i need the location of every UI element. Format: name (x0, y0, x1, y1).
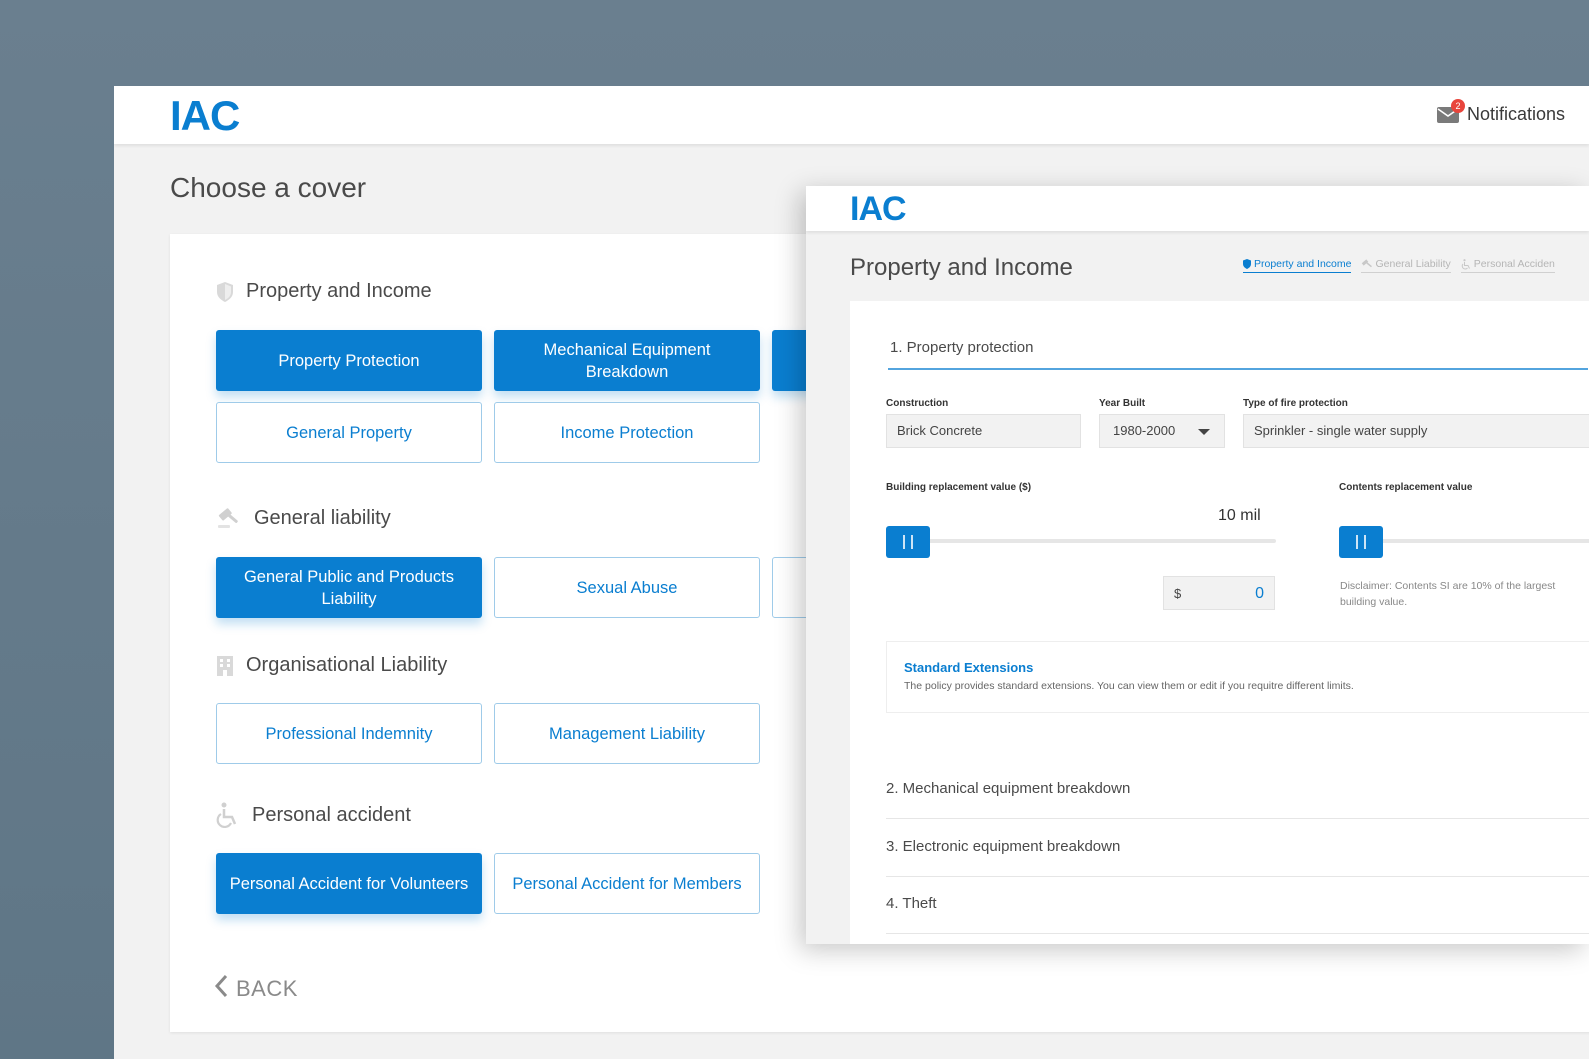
top-bar: IAC (806, 186, 1589, 231)
cover-button-general-public-liability[interactable]: General Public and Products Liability (216, 557, 482, 618)
cover-button-management-liability[interactable]: Management Liability (494, 703, 760, 764)
year-built-value: 1980-2000 (1113, 423, 1176, 438)
iac-logo[interactable]: IAC (850, 190, 907, 229)
section-electronic-equipment[interactable]: 3. Electronic equipment breakdown (886, 837, 1589, 877)
contents-value-label: Contents replacement value (1339, 482, 1473, 493)
section-title: Property and Income (850, 254, 1073, 281)
building-value-label: Building replacement value ($) (886, 482, 1032, 493)
cover-button-mechanical-equipment[interactable]: Mechanical Equipment Breakdown (494, 330, 760, 391)
cover-button-property-protection[interactable]: Property Protection (216, 330, 482, 391)
iac-logo[interactable]: IAC (170, 92, 240, 140)
year-built-label: Year Built (1099, 398, 1146, 409)
gavel-icon (216, 506, 242, 530)
fire-protection-label: Type of fire protection (1243, 398, 1348, 409)
wheelchair-icon (216, 802, 240, 828)
notifications-label: Notifications (1466, 104, 1565, 124)
top-bar: IAC 2 Notifications (114, 86, 1589, 144)
cover-button-income-protection[interactable]: Income Protection (494, 402, 760, 463)
section-theft[interactable]: 4. Theft (886, 894, 1589, 934)
caret-down-icon (1198, 429, 1210, 435)
amount-value: 0 (1255, 585, 1264, 602)
construction-field[interactable]: Brick Concrete (886, 414, 1081, 448)
chevron-left-icon (214, 974, 228, 1004)
category-title: Organisational Liability (246, 654, 448, 676)
section-underline (888, 368, 1588, 370)
wheelchair-icon (1461, 258, 1470, 269)
gavel-icon (1362, 259, 1373, 268)
category-property-header: Property and Income (216, 280, 432, 303)
fire-protection-field[interactable]: Sprinkler - single water supply (1243, 414, 1589, 448)
step-general-liability[interactable]: General Liability (1361, 258, 1451, 273)
notifications-button[interactable]: 2 Notifications (1436, 98, 1565, 125)
category-title: General liability (254, 506, 391, 529)
step-personal-accident[interactable]: Personal Acciden (1460, 258, 1555, 273)
category-accident-header: Personal accident (216, 802, 411, 828)
extensions-description: The policy provides standard extensions.… (904, 680, 1354, 692)
cover-button-general-property[interactable]: General Property (216, 402, 482, 463)
step-label: Personal Acciden (1473, 258, 1555, 270)
building-value-slider-track[interactable] (886, 539, 1276, 543)
page-title: Choose a cover (170, 172, 367, 203)
construction-label: Construction (886, 398, 949, 409)
shield-icon (1243, 259, 1251, 269)
step-navigation: Property and Income General Liability Pe… (1243, 258, 1555, 273)
mail-icon: 2 (1436, 98, 1465, 123)
extensions-title[interactable]: Standard Extensions (904, 660, 1033, 675)
back-button[interactable]: BACK (214, 974, 298, 1004)
building-value-slider-handle[interactable] (886, 526, 930, 558)
property-income-window: IAC Property and Income Property and Inc… (806, 186, 1589, 944)
form-card: 1. Property protection Construction Bric… (850, 301, 1589, 944)
building-value-display: 10 mil (1218, 507, 1261, 524)
cover-button-professional-indemnity[interactable]: Professional Indemnity (216, 703, 482, 764)
building-value-input[interactable]: $ 0 (1163, 576, 1275, 610)
cover-button-personal-accident-members[interactable]: Personal Accident for Members (494, 853, 760, 914)
year-built-select[interactable]: 1980-2000 (1099, 414, 1225, 448)
step-label: General Liability (1375, 258, 1451, 270)
section-property-protection[interactable]: 1. Property protection (890, 339, 1033, 356)
category-organisational-header: Organisational Liability (216, 654, 447, 677)
currency-symbol: $ (1174, 586, 1182, 601)
category-title: Personal accident (252, 803, 411, 826)
category-liability-header: General liability (216, 506, 391, 530)
contents-disclaimer: Disclaimer: Contents SI are 10% of the l… (1340, 580, 1556, 608)
shield-icon (216, 281, 234, 303)
section-mechanical-equipment[interactable]: 2. Mechanical equipment breakdown (886, 779, 1589, 819)
step-property-income[interactable]: Property and Income (1243, 258, 1352, 273)
back-label: BACK (236, 976, 298, 1001)
step-label: Property and Income (1254, 258, 1352, 270)
contents-value-slider-handle[interactable] (1339, 526, 1383, 558)
cover-button-sexual-abuse[interactable]: Sexual Abuse (494, 557, 760, 618)
category-title: Property and Income (246, 280, 432, 302)
building-icon (216, 655, 234, 677)
standard-extensions-panel[interactable]: Standard Extensions The policy provides … (886, 641, 1589, 713)
cover-button-personal-accident-volunteers[interactable]: Personal Accident for Volunteers (216, 853, 482, 914)
notification-count-badge: 2 (1450, 98, 1465, 113)
